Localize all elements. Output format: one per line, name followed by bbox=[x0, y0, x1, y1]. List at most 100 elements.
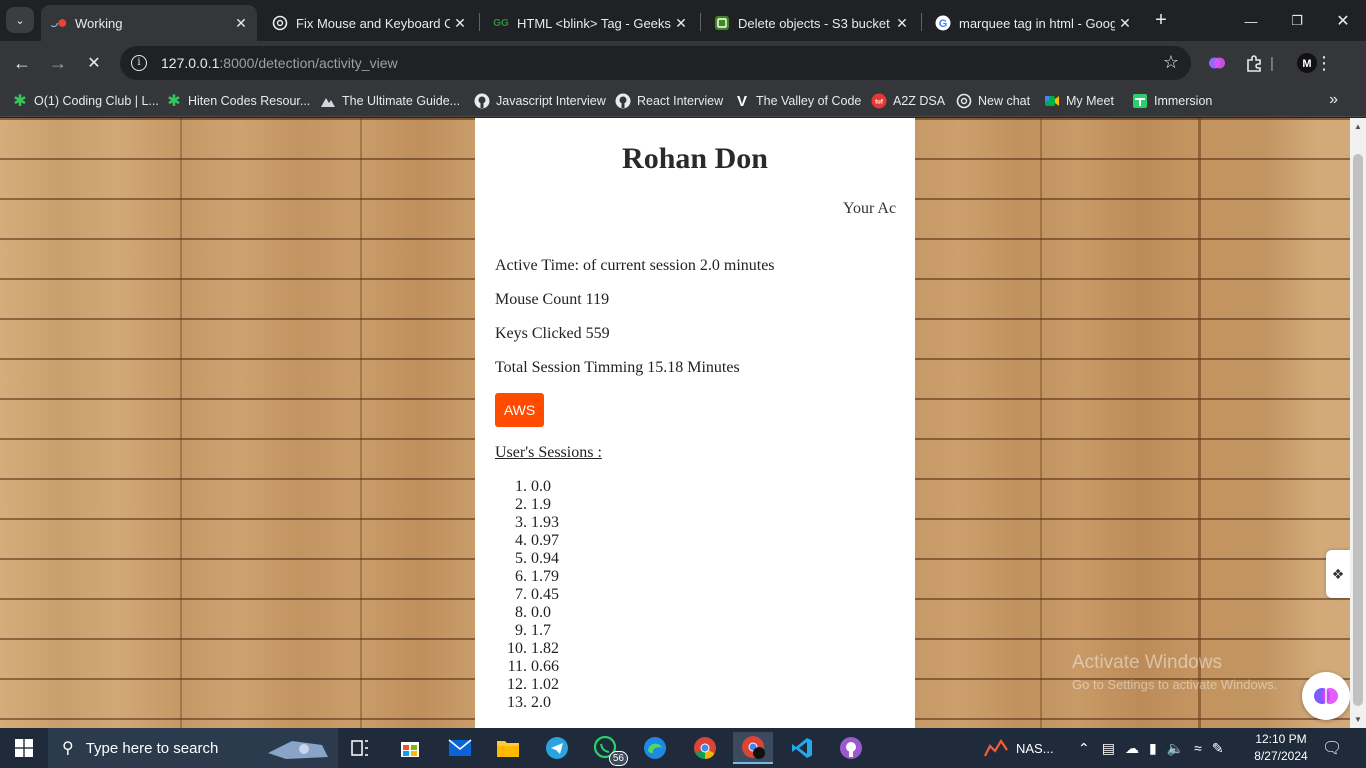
restore-button[interactable]: ❐ bbox=[1274, 6, 1320, 36]
system-tray-icons[interactable]: ⌃ ▤ ☁ ▮ 🔈 ≈ ✎ bbox=[1078, 728, 1224, 768]
microsoft-store-icon[interactable] bbox=[390, 732, 430, 764]
telegram-icon[interactable] bbox=[537, 732, 577, 764]
scroll-up-icon[interactable]: ▲ bbox=[1350, 122, 1366, 131]
tray-app[interactable]: NAS... bbox=[984, 728, 1054, 768]
mail-icon[interactable] bbox=[440, 732, 480, 764]
session-number: 6. bbox=[515, 568, 527, 585]
tab-geeksforgeeks[interactable]: GG HTML <blink> Tag - Geeksfc ✕ bbox=[483, 5, 697, 41]
more-bookmarks-icon[interactable]: » bbox=[1329, 91, 1338, 109]
wifi-icon[interactable]: ≈ bbox=[1194, 740, 1202, 756]
close-tab-icon[interactable]: ✕ bbox=[892, 15, 912, 32]
marquee-text: Your Ac bbox=[843, 200, 897, 217]
whatsapp-icon[interactable]: 56 bbox=[586, 732, 628, 766]
session-number: 11. bbox=[507, 658, 527, 675]
session-item: 2. 1.9 bbox=[495, 496, 559, 514]
clock-date: 8/27/2024 bbox=[1254, 749, 1308, 763]
close-icon: ✕ bbox=[87, 55, 101, 72]
side-panel-toggle-icon[interactable]: ❖ bbox=[1326, 550, 1350, 598]
bookmark-a2z-dsa[interactable]: tuf A2Z DSA bbox=[871, 92, 945, 110]
close-tab-icon[interactable]: ✕ bbox=[450, 15, 470, 32]
bookmark-react-interview[interactable]: React Interview bbox=[615, 92, 723, 110]
session-number: 12. bbox=[507, 676, 527, 693]
tab-title: Fix Mouse and Keyboard Co bbox=[296, 15, 450, 31]
bookmark-immersion[interactable]: Immersion bbox=[1132, 92, 1212, 110]
onedrive-cloud-icon[interactable]: ☁ bbox=[1125, 740, 1139, 757]
bookmark-star-icon[interactable]: ☆ bbox=[1163, 52, 1179, 73]
notification-center-icon[interactable]: 🗨 bbox=[1322, 738, 1342, 758]
bookmark-o1-coding-club[interactable]: ✱ O(1) Coding Club | L... bbox=[12, 92, 159, 110]
wood-seam bbox=[1040, 118, 1042, 728]
session-number: 3. bbox=[515, 514, 527, 531]
tab-google-search[interactable]: G marquee tag in html - Googl ✕ bbox=[925, 5, 1141, 41]
address-bar[interactable]: i 127.0.0.1:8000/detection/activity_view… bbox=[120, 46, 1191, 80]
github-icon bbox=[615, 93, 631, 109]
new-tab-button[interactable]: + bbox=[1150, 9, 1172, 31]
bookmark-my-meet[interactable]: My Meet bbox=[1044, 92, 1114, 110]
tab-s3[interactable]: Delete objects - S3 bucket st ✕ bbox=[704, 5, 918, 41]
bookmark-valley-of-code[interactable]: V The Valley of Code bbox=[734, 92, 861, 110]
wood-seam bbox=[360, 118, 362, 728]
chevron-up-icon[interactable]: ⌃ bbox=[1078, 740, 1090, 757]
tab-working[interactable]: Working ✕ bbox=[41, 5, 257, 41]
tab-chatgpt[interactable]: Fix Mouse and Keyboard Co ✕ bbox=[262, 5, 476, 41]
keys-clicked: Keys Clicked 559 bbox=[495, 325, 610, 342]
watermark-line1: Activate Windows bbox=[1072, 652, 1222, 673]
task-view-icon[interactable] bbox=[340, 732, 380, 764]
close-tab-icon[interactable]: ✕ bbox=[671, 15, 691, 32]
wood-seam bbox=[180, 118, 182, 728]
search-placeholder: Type here to search bbox=[85, 739, 219, 757]
close-tab-icon[interactable]: ✕ bbox=[231, 15, 251, 32]
volume-icon[interactable]: 🔈 bbox=[1167, 740, 1184, 757]
bookmark-hiten-codes[interactable]: ✱ Hiten Codes Resour... bbox=[166, 92, 310, 110]
bookmark-label: The Ultimate Guide... bbox=[342, 94, 461, 108]
github-desktop-icon[interactable] bbox=[831, 732, 871, 764]
battery-icon[interactable]: ▮ bbox=[1149, 740, 1157, 757]
green-asterisk-icon: ✱ bbox=[13, 93, 27, 110]
bookmark-label: Immersion bbox=[1154, 94, 1213, 108]
edge-icon[interactable] bbox=[635, 732, 675, 764]
file-explorer-icon[interactable] bbox=[488, 732, 528, 764]
stop-loading-button[interactable]: ✕ bbox=[80, 49, 108, 77]
chrome-icon[interactable] bbox=[685, 732, 725, 764]
bookmark-javascript-interview[interactable]: Javascript Interview bbox=[474, 92, 606, 110]
url-host: 127.0.0.1 bbox=[161, 55, 220, 71]
windows-logo-icon bbox=[15, 739, 33, 757]
session-item: 11. 0.66 bbox=[495, 658, 559, 676]
svg-text:G: G bbox=[939, 18, 948, 30]
close-tab-icon[interactable]: ✕ bbox=[1115, 15, 1135, 32]
tab-search-button[interactable]: ⌄ bbox=[6, 7, 34, 33]
url-path: :8000/detection/activity_view bbox=[219, 55, 398, 71]
chrome-profile-icon[interactable] bbox=[733, 732, 773, 764]
page-scrollbar[interactable]: ▲ ▼ bbox=[1350, 118, 1366, 728]
brain-assistant-button[interactable] bbox=[1302, 672, 1350, 720]
total-session-time: Total Session Timming 15.18 Minutes bbox=[495, 359, 740, 376]
extension-brain-icon[interactable] bbox=[1206, 52, 1228, 74]
bookmark-label: My Meet bbox=[1066, 94, 1114, 108]
bookmark-label: O(1) Coding Club | L... bbox=[34, 94, 159, 108]
close-window-button[interactable]: ✕ bbox=[1320, 6, 1366, 36]
back-button[interactable]: ← bbox=[8, 49, 36, 77]
scrollbar-thumb[interactable] bbox=[1353, 154, 1363, 706]
aws-button[interactable]: AWS bbox=[495, 393, 544, 427]
session-number: 2. bbox=[515, 496, 527, 513]
taskbar-clock[interactable]: 12:10 PM 8/27/2024 bbox=[1248, 731, 1314, 765]
forward-button[interactable]: → bbox=[44, 49, 72, 77]
chrome-menu-button[interactable]: ⋮ bbox=[1303, 52, 1333, 74]
meet-now-icon[interactable]: ▤ bbox=[1102, 740, 1115, 757]
scroll-down-icon[interactable]: ▼ bbox=[1350, 715, 1366, 724]
session-number: 10. bbox=[507, 640, 527, 657]
bookmark-new-chat[interactable]: New chat bbox=[956, 92, 1030, 110]
site-info-icon[interactable]: i bbox=[131, 55, 147, 71]
vscode-icon[interactable] bbox=[782, 732, 822, 764]
arrow-right-icon: → bbox=[49, 52, 67, 73]
extensions-puzzle-icon[interactable] bbox=[1243, 52, 1265, 74]
taskbar-search[interactable]: ⚲ Type here to search bbox=[48, 728, 338, 768]
start-button[interactable] bbox=[0, 728, 48, 768]
pen-icon[interactable]: ✎ bbox=[1212, 740, 1224, 757]
bookmark-ultimate-guide[interactable]: The Ultimate Guide... bbox=[320, 92, 460, 110]
tuf-icon: tuf bbox=[871, 93, 887, 109]
session-duration: 1.79 bbox=[531, 568, 559, 585]
arrow-left-icon: ← bbox=[13, 52, 31, 73]
wood-seam bbox=[1198, 118, 1201, 728]
minimize-button[interactable]: — bbox=[1228, 6, 1274, 36]
